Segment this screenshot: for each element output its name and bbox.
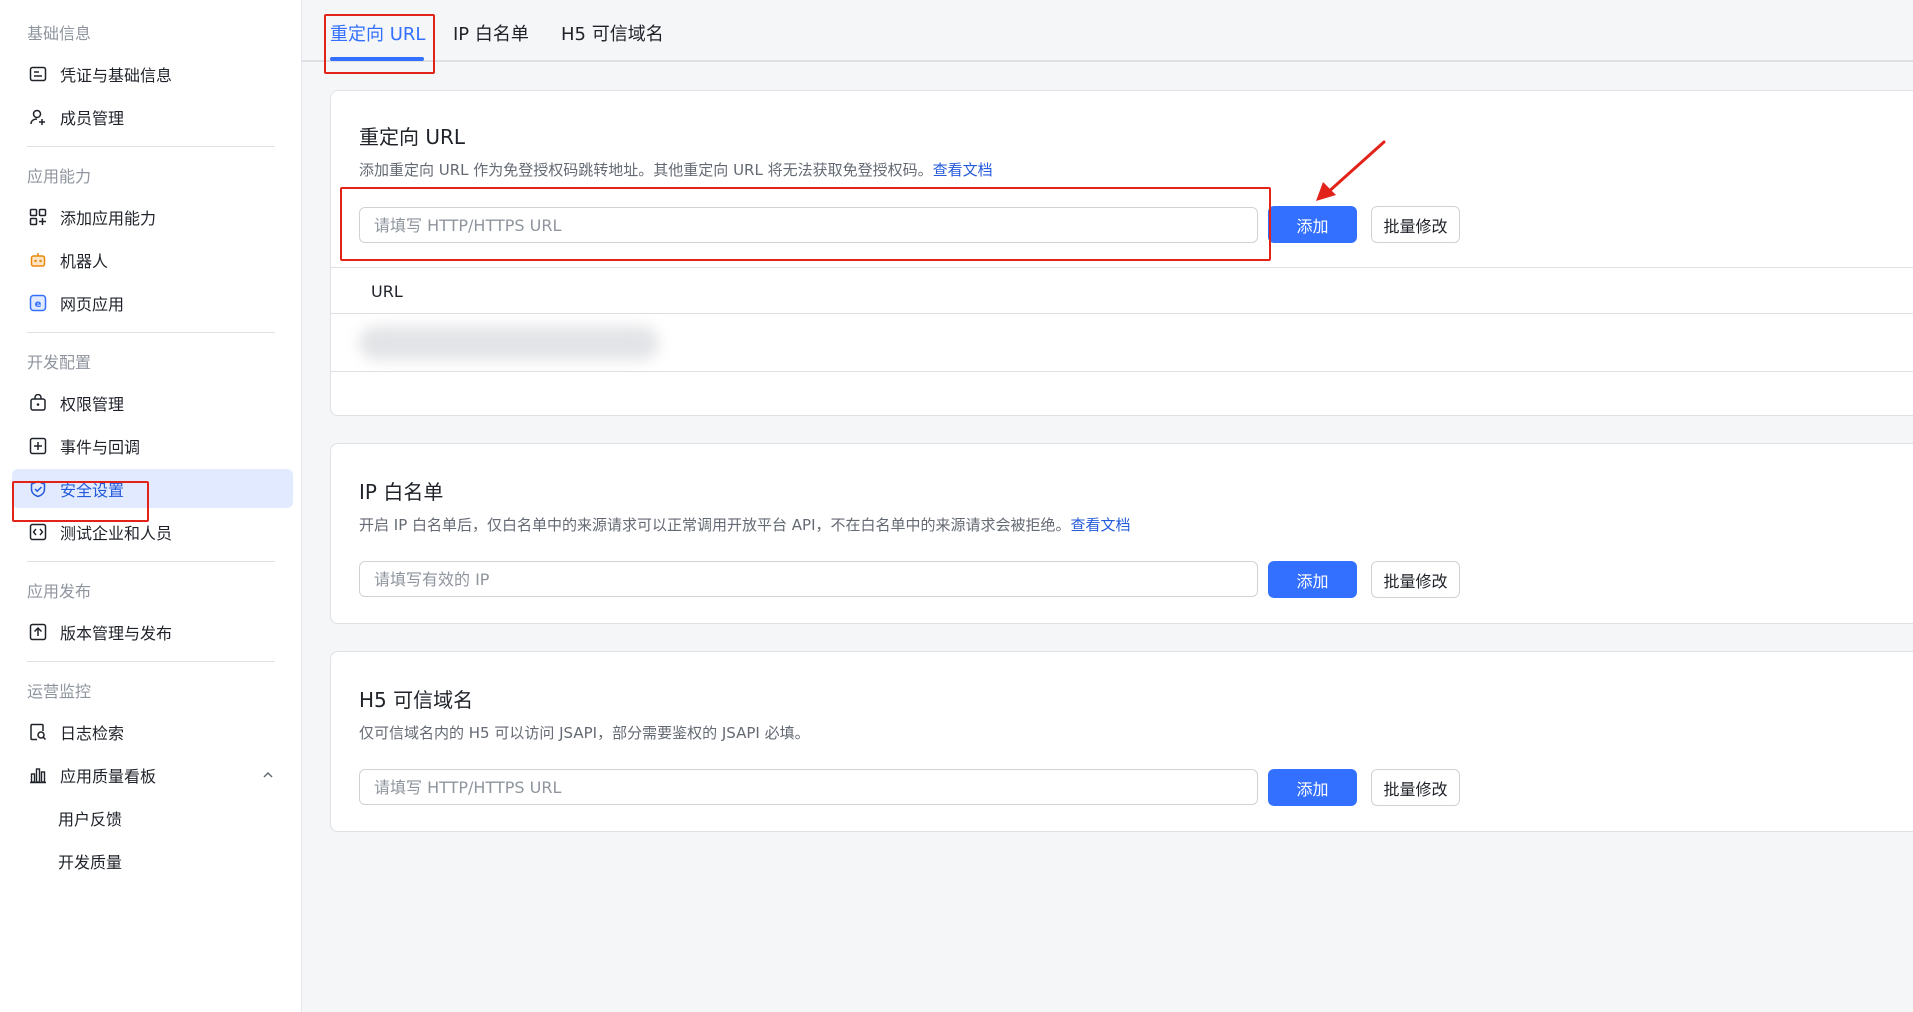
sidebar-item-label: 测试企业和人员 xyxy=(60,523,173,543)
sidebar-item-bot[interactable]: 机器人 xyxy=(12,240,293,279)
active-tab-indicator xyxy=(330,57,424,61)
h5-domain-card: H5 可信域名 仅可信域名内的 H5 可以访问 JSAPI，部分需要鉴权的 JS… xyxy=(330,651,1913,832)
tab-redirect-url[interactable]: 重定向 URL xyxy=(330,20,425,50)
divider xyxy=(27,661,275,662)
group-title-basic: 基础信息 xyxy=(27,24,92,43)
divider xyxy=(27,332,275,333)
code-icon xyxy=(28,522,48,542)
sidebar-item-add-capability[interactable]: 添加应用能力 xyxy=(12,197,293,236)
add-ip-button[interactable]: 添加 xyxy=(1268,561,1357,598)
ip-whitelist-card: IP 白名单 开启 IP 白名单后，仅白名单中的来源请求可以正常调用开放平台 A… xyxy=(330,443,1913,624)
sidebar-item-label: 安全设置 xyxy=(60,480,125,500)
sidebar-item-permissions[interactable]: 权限管理 xyxy=(12,383,293,422)
chevron-up-icon[interactable] xyxy=(261,767,275,786)
blurred-url-value xyxy=(359,326,659,360)
sidebar-item-label: 凭证与基础信息 xyxy=(60,65,173,85)
lock-icon xyxy=(28,393,48,413)
sidebar-item-label: 机器人 xyxy=(60,251,109,271)
sidebar-item-label: 网页应用 xyxy=(60,294,125,314)
doc-link[interactable]: 查看文档 xyxy=(933,161,993,179)
h5-domain-input[interactable] xyxy=(359,769,1258,805)
apps-add-icon xyxy=(28,207,48,227)
sidebar-item-label: 成员管理 xyxy=(60,108,125,128)
doc-link[interactable]: 查看文档 xyxy=(1071,516,1131,534)
redirect-url-input[interactable] xyxy=(359,207,1258,243)
batch-edit-redirect-button[interactable]: 批量修改 xyxy=(1371,206,1460,243)
sidebar-item-versions[interactable]: 版本管理与发布 xyxy=(12,612,293,651)
column-header-url: URL xyxy=(371,282,403,301)
shield-check-icon xyxy=(28,479,48,499)
sidebar-item-label: 权限管理 xyxy=(60,394,125,414)
desc-text: 开启 IP 白名单后，仅白名单中的来源请求可以正常调用开放平台 API，不在白名… xyxy=(359,516,1071,534)
sidebar-item-label: 添加应用能力 xyxy=(60,208,157,228)
sidebar-item-webapp[interactable]: e 网页应用 xyxy=(12,283,293,322)
web-app-icon: e xyxy=(28,293,48,313)
sidebar-item-credentials[interactable]: 凭证与基础信息 xyxy=(12,54,293,93)
redirect-url-desc: 添加重定向 URL 作为免登授权码跳转地址。其他重定向 URL 将无法获取免登授… xyxy=(359,159,993,180)
sidebar-item-feedback[interactable]: 用户反馈 xyxy=(12,798,293,837)
sidebar-item-quality-board[interactable]: 应用质量看板 xyxy=(12,755,293,794)
group-title-capability: 应用能力 xyxy=(27,167,92,186)
group-title-monitor: 运营监控 xyxy=(27,682,92,701)
batch-edit-ip-button[interactable]: 批量修改 xyxy=(1371,561,1460,598)
upload-icon xyxy=(28,622,48,642)
annotation-arrow-icon xyxy=(1316,140,1386,201)
ip-whitelist-desc: 开启 IP 白名单后，仅白名单中的来源请求可以正常调用开放平台 API，不在白名… xyxy=(359,514,1131,535)
sidebar-item-test-tenant[interactable]: 测试企业和人员 xyxy=(12,512,293,551)
robot-icon xyxy=(28,250,48,270)
sidebar-item-members[interactable]: 成员管理 xyxy=(12,97,293,136)
divider xyxy=(27,561,275,562)
redirect-url-card: 重定向 URL 添加重定向 URL 作为免登授权码跳转地址。其他重定向 URL … xyxy=(330,90,1913,416)
sidebar-item-label: 用户反馈 xyxy=(58,809,123,829)
sidebar-item-security[interactable]: 安全设置 xyxy=(12,469,293,508)
main-content: 重定向 URL IP 白名单 H5 可信域名 重定向 URL 添加重定向 URL… xyxy=(302,0,1913,1012)
tab-ip-whitelist[interactable]: IP 白名单 xyxy=(453,20,529,50)
sidebar-item-events[interactable]: 事件与回调 xyxy=(12,426,293,465)
tab-bar: 重定向 URL IP 白名单 H5 可信域名 xyxy=(302,0,1913,62)
group-title-dev: 开发配置 xyxy=(27,353,92,372)
svg-text:e: e xyxy=(35,299,42,310)
user-add-icon xyxy=(28,107,48,127)
sidebar: 基础信息 凭证与基础信息 成员管理 应用能力 添加应用能力 机器人 e 网页应用… xyxy=(0,0,302,1012)
sidebar-item-label: 日志检索 xyxy=(60,723,125,743)
batch-edit-h5-button[interactable]: 批量修改 xyxy=(1371,769,1460,806)
id-card-icon xyxy=(28,64,48,84)
sidebar-item-label: 应用质量看板 xyxy=(60,766,157,786)
add-h5-domain-button[interactable]: 添加 xyxy=(1268,769,1357,806)
sidebar-item-label: 开发质量 xyxy=(58,852,123,872)
event-plus-icon xyxy=(28,436,48,456)
ip-input[interactable] xyxy=(359,561,1258,597)
bar-chart-icon xyxy=(28,765,48,785)
add-redirect-url-button[interactable]: 添加 xyxy=(1268,206,1357,243)
sidebar-item-label: 事件与回调 xyxy=(60,437,141,457)
tab-h5-domain[interactable]: H5 可信域名 xyxy=(561,20,664,50)
h5-domain-desc: 仅可信域名内的 H5 可以访问 JSAPI，部分需要鉴权的 JSAPI 必填。 xyxy=(359,724,810,742)
redirect-url-title: 重定向 URL xyxy=(359,125,466,149)
url-table-header: URL xyxy=(331,267,1913,314)
ip-whitelist-title: IP 白名单 xyxy=(359,480,444,504)
desc-text: 添加重定向 URL 作为免登授权码跳转地址。其他重定向 URL 将无法获取免登授… xyxy=(359,161,933,179)
sidebar-item-dev-quality[interactable]: 开发质量 xyxy=(12,841,293,880)
h5-domain-title: H5 可信域名 xyxy=(359,688,474,712)
sidebar-item-logs[interactable]: 日志检索 xyxy=(12,712,293,751)
table-row xyxy=(331,314,1913,372)
group-title-publish: 应用发布 xyxy=(27,582,92,601)
log-search-icon xyxy=(28,722,48,742)
sidebar-item-label: 版本管理与发布 xyxy=(60,623,173,643)
divider xyxy=(27,146,275,147)
